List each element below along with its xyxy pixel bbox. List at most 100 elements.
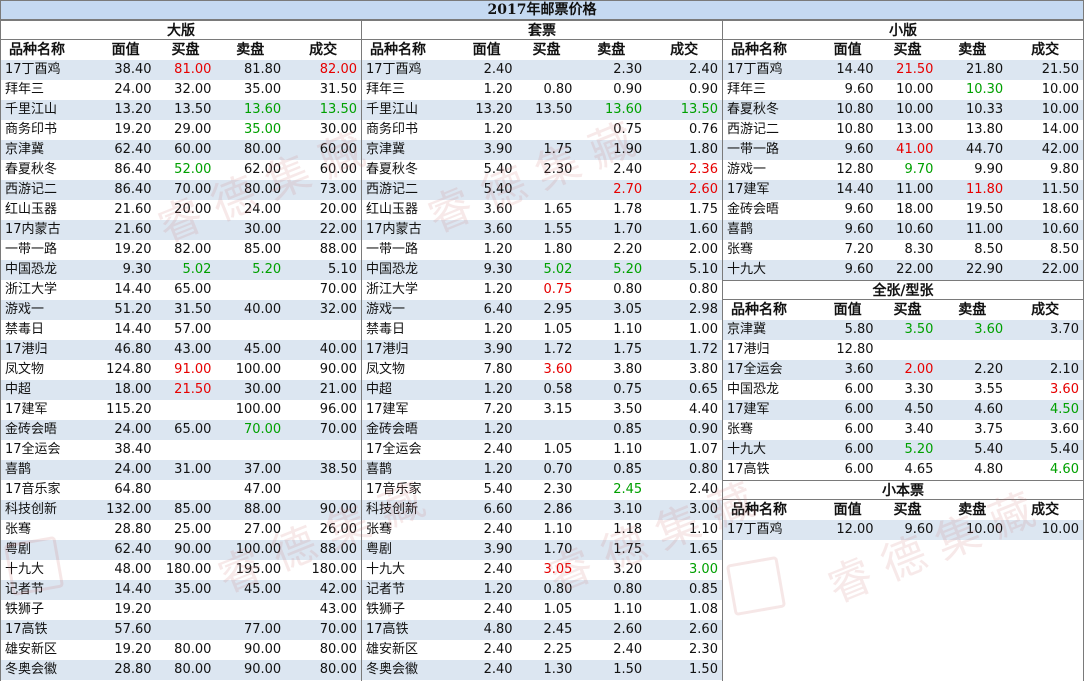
price-cell: 62.40 (114, 142, 152, 157)
price-cell: 85.00 (174, 502, 212, 517)
table-row: 冬奥会徽 28.80 80.00 90.00 80.00 (1, 660, 361, 680)
stamp-name-cell: 雄安新区 (366, 642, 419, 657)
table-row: 中国恐龙 9.30 5.02 5.20 5.10 (1, 260, 361, 280)
column-header: 卖盘 (597, 42, 626, 58)
table-row: 17音乐家 5.40 2.30 2.45 2.40 (362, 480, 722, 500)
column-header: 买盘 (171, 42, 200, 58)
price-cell: 100.00 (235, 542, 282, 557)
table-row: 17建军 7.20 3.15 3.50 4.40 (362, 400, 722, 420)
price-cell: 9.60 (844, 222, 874, 237)
price-cell: 2.86 (543, 502, 573, 517)
price-cell: 5.40 (1050, 442, 1079, 457)
stamp-name-cell: 喜鹊 (5, 462, 32, 477)
table-row: 春夏秋冬 5.40 2.30 2.40 2.36 (362, 160, 722, 180)
column-header: 成交 (1031, 502, 1060, 518)
price-cell: 13.80 (965, 122, 1004, 137)
price-cell: 21.80 (965, 62, 1004, 77)
stamp-name-cell: 张骞 (366, 522, 393, 537)
price-cell: 5.40 (483, 182, 513, 197)
column-header: 成交 (309, 42, 338, 58)
price-cell: 3.05 (543, 562, 573, 577)
price-cell: 32.00 (319, 302, 357, 317)
column-header: 品种名称 (9, 42, 65, 58)
price-cell: 38.50 (319, 462, 357, 477)
price-cell: 8.50 (974, 242, 1004, 257)
price-cell (156, 480, 216, 500)
stamp-name-cell: 拜年三 (5, 82, 45, 97)
column-header: 面值 (833, 302, 862, 318)
table-row: 喜鹊 24.00 31.00 37.00 38.50 (1, 460, 361, 480)
price-cell: 90.00 (243, 662, 282, 677)
price-cell: 20.00 (174, 202, 212, 217)
stamp-name-cell: 千里江山 (5, 102, 58, 117)
table-row: 17建军 14.40 11.00 11.80 11.50 (723, 180, 1083, 200)
price-cell: 9.60 (844, 262, 874, 277)
stamp-name-cell: 千里江山 (366, 102, 419, 117)
stamp-name-cell: 京津冀 (5, 142, 45, 157)
table-row: 十九大 6.00 5.20 5.40 5.40 (723, 440, 1083, 460)
column-header: 品种名称 (731, 502, 787, 518)
price-cell: 1.05 (543, 442, 573, 457)
price-cell: 2.40 (483, 62, 513, 77)
price-sheet: 2017年邮票价格 大版 品种名称 面值 买盘 卖盘 成交 17丁酉鸡 38.40 81.00 8… (0, 0, 1084, 681)
column-header: 品种名称 (731, 42, 787, 58)
table-row: 17港归 12.80 (723, 340, 1083, 360)
price-cell: 1.50 (689, 662, 718, 677)
price-cell: 2.98 (689, 302, 718, 317)
price-cell: 14.40 (836, 182, 874, 197)
price-cell: 2.00 (689, 242, 718, 257)
column-header: 卖盘 (958, 302, 987, 318)
price-cell: 100.00 (235, 402, 282, 417)
price-cell: 0.90 (689, 82, 718, 97)
price-cell: 6.00 (844, 462, 874, 477)
price-cell: 5.40 (483, 482, 513, 497)
price-cell: 0.75 (613, 382, 643, 397)
table-row: 中超 18.00 21.50 30.00 21.00 (1, 380, 361, 400)
price-cell: 0.80 (543, 82, 573, 97)
price-cell: 1.00 (689, 322, 718, 337)
price-cell: 13.50 (174, 102, 212, 117)
price-cell: 26.00 (319, 522, 357, 537)
table-row: 17高铁 6.00 4.65 4.80 4.60 (723, 460, 1083, 480)
price-cell: 31.50 (174, 302, 212, 317)
table-row: 金砖会晤 9.60 18.00 19.50 18.60 (723, 200, 1083, 220)
price-cell: 1.65 (543, 202, 573, 217)
price-cell: 1.20 (483, 582, 513, 597)
price-cell: 124.80 (106, 362, 152, 377)
price-cell: 4.80 (483, 622, 513, 637)
price-cell: 3.60 (974, 322, 1004, 337)
price-cell: 9.30 (122, 262, 152, 277)
price-cell: 3.50 (613, 402, 643, 417)
price-cell: 65.00 (174, 282, 212, 297)
header-row: 品种名称 面值 买盘 卖盘 成交 (723, 40, 1083, 60)
stamp-name-cell: 金砖会晤 (727, 202, 780, 217)
price-cell: 80.00 (174, 642, 212, 657)
price-cell: 2.60 (689, 182, 718, 197)
price-cell: 18.00 (896, 202, 934, 217)
price-cell: 1.75 (613, 342, 643, 357)
stamp-name-cell: 中国恐龙 (727, 382, 780, 397)
table-row: 十九大 48.00 180.00 195.00 180.00 (1, 560, 361, 580)
price-cell: 10.33 (965, 102, 1004, 117)
price-cell (517, 120, 577, 140)
price-cell: 5.02 (182, 262, 212, 277)
price-cell: 28.80 (114, 522, 152, 537)
section-title-xiaobenpiao: 小本票 (723, 480, 1083, 500)
table-row: 记者节 1.20 0.80 0.80 0.85 (362, 580, 722, 600)
price-cell: 9.60 (844, 82, 874, 97)
price-cell: 82.00 (174, 242, 212, 257)
table-row: 17高铁 57.60 77.00 70.00 (1, 620, 361, 640)
stamp-name-cell: 京津冀 (366, 142, 406, 157)
price-cell: 2.40 (689, 62, 718, 77)
table-row: 记者节 14.40 35.00 45.00 42.00 (1, 580, 361, 600)
table-row: 张骞 7.20 8.30 8.50 8.50 (723, 240, 1083, 260)
stamp-name-cell: 西游记二 (727, 122, 780, 137)
price-cell: 31.00 (174, 462, 212, 477)
price-cell: 1.10 (613, 322, 643, 337)
price-cell: 57.00 (174, 322, 212, 337)
price-cell: 3.80 (689, 362, 718, 377)
header-row: 品种名称 面值 买盘 卖盘 成交 (723, 500, 1083, 520)
price-cell: 1.18 (613, 522, 643, 537)
stamp-name-cell: 拜年三 (366, 82, 406, 97)
price-cell: 0.80 (613, 582, 643, 597)
